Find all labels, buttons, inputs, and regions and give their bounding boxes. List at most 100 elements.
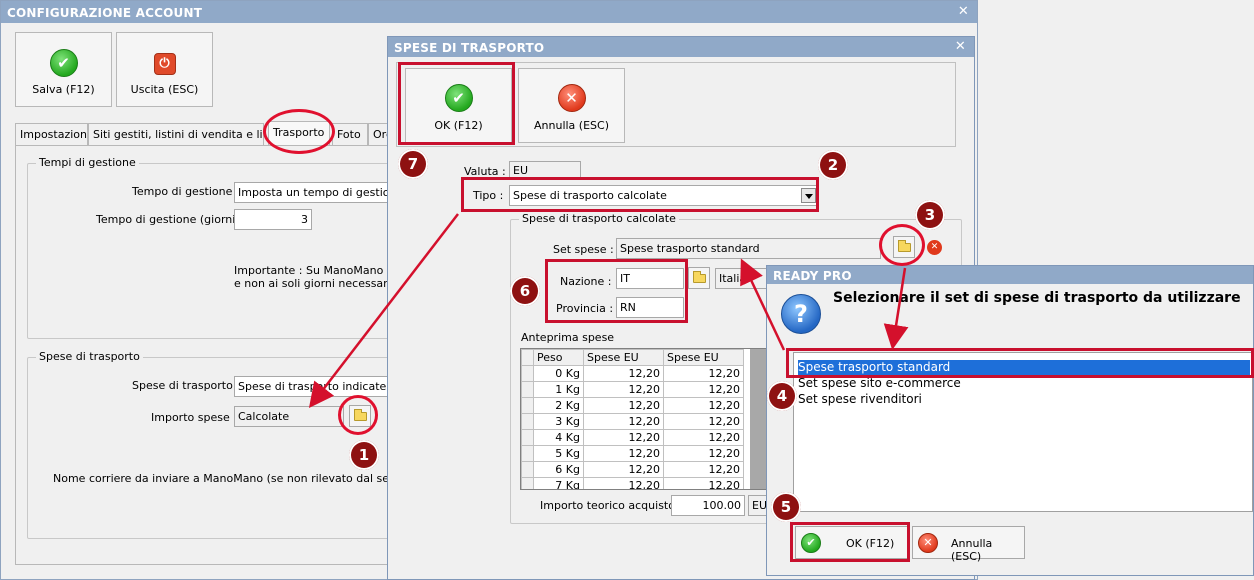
cell-spese-eu-1: 12,20 [583,477,664,489]
cell-spese-eu-1: 12,20 [583,445,664,462]
spese-dialog-close-icon[interactable]: ✕ [955,39,966,54]
importo-field: Calcolate [234,406,344,427]
col-spese-eu-1[interactable]: Spese EU [583,349,664,366]
tab-impostazioni[interactable]: Impostazioni [15,123,90,145]
ready-cancel-label: Annulla (ESC) [951,537,993,563]
cell-peso: 7 Kg [533,477,584,489]
cell-spese-eu-1: 12,20 [583,461,664,478]
giorni-label: Tempo di gestione (giorni) : [96,213,247,226]
table-row[interactable]: 2 Kg 12,20 12,20 [521,397,744,414]
tab-strip: Impostazioni Siti gestiti, listini di ve… [15,121,398,145]
anteprima-label: Anteprima spese [521,331,615,344]
calcolate-group-title: Spese di trasporto calcolate [519,212,679,225]
note-line2: e non ai soli giorni necessari per [234,277,413,290]
spese-group-title: Spese di trasporto [36,350,143,363]
importo-teorico-label: Importo teorico acquisto: [540,499,679,512]
exit-label: Uscita (ESC) [130,83,199,96]
step-badge-2: 2 [818,150,848,180]
set-spese-field: Spese trasporto standard [616,238,881,259]
cell-spese-eu-2: 12,20 [663,429,744,446]
anteprima-table[interactable]: Peso Spese EU Spese EU 0 Kg 12,20 12,20 1 K… [520,348,768,490]
annotation-box-standard [786,348,1254,378]
annotation-oval-trasporto-tab [263,109,335,154]
cell-spese-eu-2: 12,20 [663,397,744,414]
annotation-box-ready-ok [790,522,910,562]
cell-spese-eu-2: 12,20 [663,365,744,382]
importo-label: Importo spese : [151,411,237,424]
spese-cancel-label: Annulla (ESC) [534,119,609,132]
ready-dialog-title: READY PRO [773,269,852,283]
spese-select[interactable]: Spese di trasporto indicate sep [234,376,389,397]
save-label: Salva (F12) [32,83,95,96]
spese-dialog-titlebar: SPESE DI TRASPORTO ✕ [388,37,974,57]
ready-cancel-button[interactable]: ✕ Annulla (ESC) [912,526,1025,563]
cell-peso: 2 Kg [533,397,584,414]
importo-teorico-input[interactable]: 100.00 [671,495,745,516]
cell-spese-eu-1: 12,20 [583,365,664,382]
cell-spese-eu-2: 12,20 [663,381,744,398]
spese-label: Spese di trasporto : [132,379,241,392]
annotation-box-nazione [545,259,688,323]
step-badge-6: 6 [510,276,540,306]
table-row[interactable]: 6 Kg 12,20 12,20 [521,461,744,478]
cell-peso: 1 Kg [533,381,584,398]
x-circle-icon: ✕ [557,84,586,112]
col-spese-eu-2[interactable]: Spese EU [663,349,744,366]
cell-spese-eu-1: 12,20 [583,381,664,398]
list-item-ecommerce[interactable]: Set spese sito e-commerce [798,376,1250,391]
cell-spese-eu-2: 12,20 [663,445,744,462]
main-close-icon[interactable]: ✕ [958,4,969,19]
cell-spese-eu-2: 12,20 [663,413,744,430]
table-row[interactable]: 7 Kg 12,20 12,20 [521,477,744,489]
exit-button[interactable]: ⏻ Uscita (ESC) [116,32,213,107]
annotation-oval-importo-folder [338,395,378,435]
table-row[interactable]: 1 Kg 12,20 12,20 [521,381,744,398]
step-badge-1: 1 [349,440,379,470]
check-circle-icon: ✔ [49,49,78,77]
save-button[interactable]: ✔ Salva (F12) [15,32,112,107]
table-row[interactable]: 0 Kg 12,20 12,20 [521,365,744,382]
step-badge-3: 3 [915,200,945,230]
tempo-label: Tempo di gestione : [132,185,240,198]
table-row[interactable]: 5 Kg 12,20 12,20 [521,445,744,462]
step-badge-5: 5 [771,492,801,522]
spese-dialog-title: SPESE DI TRASPORTO [394,41,545,55]
tab-foto[interactable]: Foto [332,123,368,145]
cell-peso: 3 Kg [533,413,584,430]
question-icon: ? [781,294,821,334]
folder-icon [693,271,706,283]
cell-peso: 5 Kg [533,445,584,462]
cell-peso: 6 Kg [533,461,584,478]
ready-dialog-titlebar: READY PRO [767,266,1253,284]
main-title: CONFIGURAZIONE ACCOUNT [7,6,203,20]
tab-siti-gestiti[interactable]: Siti gestiti, listini di vendita e lingu… [88,123,264,145]
ready-message: Selezionare il set di spese di trasporto… [833,290,1241,306]
cell-spese-eu-1: 12,20 [583,413,664,430]
spese-cancel-button[interactable]: ✕ Annulla (ESC) [518,68,625,143]
annotation-box-tipo [461,177,819,212]
cell-peso: 0 Kg [533,365,584,382]
col-peso[interactable]: Peso [533,349,584,366]
cell-spese-eu-1: 12,20 [583,429,664,446]
step-badge-4: 4 [767,381,797,411]
table-row[interactable]: 4 Kg 12,20 12,20 [521,429,744,446]
power-icon: ⏻ [153,53,176,75]
corriere-note: Nome corriere da inviare a ManoMano (se … [53,472,387,485]
annotation-box-ok [398,62,515,145]
giorni-input[interactable]: 3 [234,209,312,230]
note-line1: Importante : Su ManoMano que [234,264,408,277]
cell-spese-eu-2: 12,20 [663,461,744,478]
tempi-group-title: Tempi di gestione [36,156,139,169]
set-spese-label: Set spese : [553,243,614,256]
list-item-rivenditori[interactable]: Set spese rivenditori [798,392,1250,407]
tempo-select[interactable]: Imposta un tempo di gestione f [234,182,389,203]
table-row[interactable]: 3 Kg 12,20 12,20 [521,413,744,430]
cell-spese-eu-1: 12,20 [583,397,664,414]
nazione-folder-button[interactable] [688,267,710,289]
table-scrollbar[interactable] [750,349,767,489]
clear-set-icon[interactable]: ✕ [927,240,942,255]
step-badge-7: 7 [398,149,428,179]
cell-spese-eu-2: 12,20 [663,477,744,489]
table-header-row: Peso Spese EU Spese EU [521,349,744,366]
main-titlebar: CONFIGURAZIONE ACCOUNT ✕ [1,1,977,23]
